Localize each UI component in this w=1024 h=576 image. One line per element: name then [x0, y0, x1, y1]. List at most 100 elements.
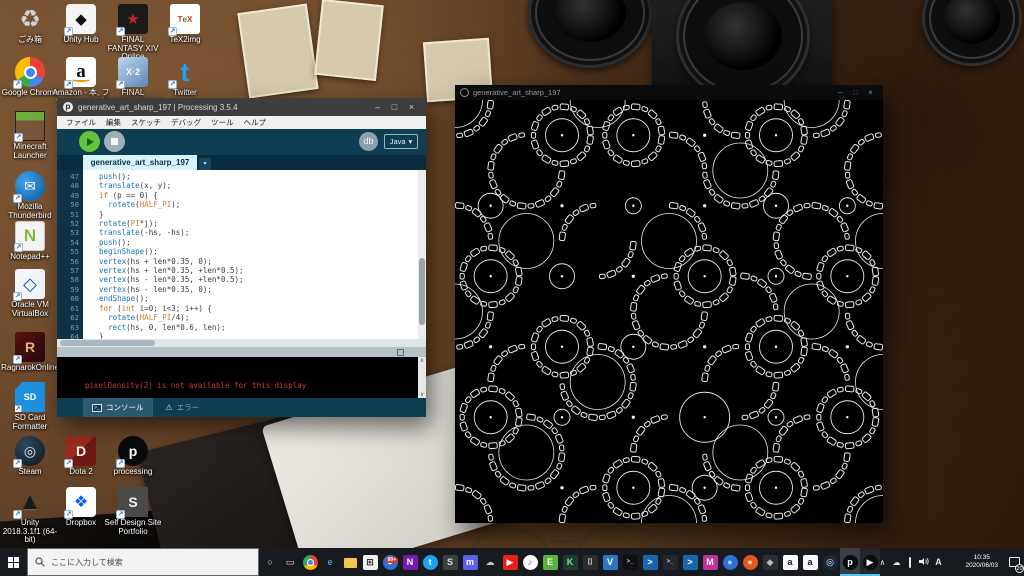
- close-button[interactable]: ×: [863, 88, 878, 97]
- taskbar-app-youtube[interactable]: ▶: [500, 548, 520, 576]
- hidden-icons-chevron[interactable]: ∧: [875, 558, 889, 567]
- taskbar-app-taskview[interactable]: ▭: [280, 548, 300, 576]
- desktop-icon-label: Unity Hub: [52, 36, 110, 45]
- taskbar-app-powershell[interactable]: >: [640, 548, 660, 576]
- taskbar-app-amazon[interactable]: a: [780, 548, 800, 576]
- desktop-icon-ffxiv[interactable]: ★↗FINAL FANTASY XIV Online: [104, 4, 162, 62]
- desktop-icon-sdcard[interactable]: SD↗SD Card Formatter: [1, 382, 59, 431]
- taskbar-app-boostnote[interactable]: []: [580, 548, 600, 576]
- taskbar-app-twitter[interactable]: t: [420, 548, 440, 576]
- footer-tab-label: エラー: [177, 402, 200, 413]
- sketch-title-bar[interactable]: generative_art_sharp_197 – □ ×: [455, 85, 883, 100]
- copy-icon[interactable]: [397, 349, 404, 356]
- taskbar-app-magenta-m[interactable]: M: [700, 548, 720, 576]
- menu-item[interactable]: 編集: [101, 117, 126, 128]
- desktop-icon-processing[interactable]: p↗processing: [104, 436, 162, 477]
- editor-vertical-scrollbar[interactable]: [418, 170, 426, 339]
- desktop-icon-minecraft[interactable]: ↗Minecraft Launcher: [1, 111, 59, 160]
- taskbar-app-explorer[interactable]: [340, 548, 360, 576]
- menu-item[interactable]: ツール: [206, 117, 239, 128]
- taskbar-app-store[interactable]: ⊞: [360, 548, 380, 576]
- taskbar-app-cmd[interactable]: >_: [660, 548, 680, 576]
- desktop-icon-ragnarok[interactable]: R↗RagnarokOnline: [1, 332, 59, 373]
- desktop-icon-twitter[interactable]: t↗Twitter: [156, 57, 214, 98]
- taskbar-app-chrome[interactable]: [300, 548, 320, 576]
- taskbar-app-blue-orb[interactable]: ●: [720, 548, 740, 576]
- start-button[interactable]: [0, 548, 26, 576]
- taskbar-app-amazon2[interactable]: a: [800, 548, 820, 576]
- console-tab[interactable]: >_コンソール: [83, 398, 153, 417]
- taskbar-clock[interactable]: 10:35 2020/06/03: [959, 554, 1004, 570]
- desktop-icon-dropbox[interactable]: ❖↗Dropbox: [52, 487, 110, 528]
- code-editor[interactable]: 47484950515253545556575859606162636465 p…: [57, 170, 426, 339]
- device-icon[interactable]: [903, 558, 917, 567]
- maximize-button[interactable]: □: [386, 102, 403, 112]
- line-number-gutter: 47484950515253545556575859606162636465: [57, 170, 83, 339]
- stop-button[interactable]: [104, 131, 125, 152]
- taskbar-app-steam[interactable]: ◎: [820, 548, 840, 576]
- tab-menu-button[interactable]: ▾: [199, 158, 211, 170]
- ide-title-bar[interactable]: p generative_art_sharp_197 | Processing …: [57, 98, 426, 116]
- tab-sketch[interactable]: generative_art_sharp_197: [83, 155, 197, 170]
- play-icon: [87, 138, 94, 146]
- action-center-button[interactable]: 20: [1004, 548, 1024, 576]
- desktop-icon-steam[interactable]: ◎↗Steam: [1, 436, 59, 477]
- shortcut-arrow-icon: ↗: [13, 194, 22, 203]
- desktop-icon-unity[interactable]: ▲↗Unity 2018.3.1f1 (64-bit): [1, 487, 59, 545]
- run-button[interactable]: [79, 131, 100, 152]
- line-number: 48: [57, 181, 79, 190]
- taskbar-app-cube[interactable]: ◆: [760, 548, 780, 576]
- taskbar-app-keepass[interactable]: K: [560, 548, 580, 576]
- onedrive-icon[interactable]: ☁: [889, 558, 903, 567]
- menu-item[interactable]: ヘルプ: [239, 117, 272, 128]
- taskbar-app-cortana[interactable]: ○: [260, 548, 280, 576]
- taskbar-app-slack[interactable]: S: [440, 548, 460, 576]
- taskbar-app-itunes[interactable]: ♪: [520, 548, 540, 576]
- cmd-icon: >_: [663, 555, 678, 570]
- desktop-icon-thunderbird[interactable]: ✉↗Mozilla Thunderbird: [1, 171, 59, 220]
- code-text[interactable]: push(); translate(x, y); if (p == 0) { r…: [83, 170, 426, 339]
- code-line: push();: [90, 238, 426, 247]
- taskbar-app-powershell2[interactable]: >: [680, 548, 700, 576]
- processing-logo-icon: p: [63, 102, 73, 112]
- menu-item[interactable]: ファイル: [61, 117, 101, 128]
- menu-item[interactable]: スケッチ: [126, 117, 166, 128]
- desktop-icon-tex[interactable]: TeX↗TeX2img: [156, 4, 214, 45]
- desktop-icon-unityhub[interactable]: ◆↗Unity Hub: [52, 4, 110, 45]
- desktop-icon-bin[interactable]: ♻ごみ箱: [1, 4, 59, 45]
- desktop-icon-dota[interactable]: D↗Dota 2: [52, 436, 110, 477]
- taskbar-app-weather[interactable]: ☁: [480, 548, 500, 576]
- taskbar-app-onenote[interactable]: N: [400, 548, 420, 576]
- minimize-button[interactable]: –: [369, 102, 386, 112]
- taskbar-app-editor[interactable]: E: [540, 548, 560, 576]
- desktop-icon-label: RagnarokOnline: [1, 364, 59, 373]
- menu-item[interactable]: デバッグ: [166, 117, 206, 128]
- taskbar-app-orange-orb[interactable]: ●: [740, 548, 760, 576]
- minimize-button[interactable]: –: [833, 88, 848, 97]
- mode-selector[interactable]: Java▾: [384, 134, 418, 149]
- terminal-icon: >_: [92, 404, 102, 412]
- desktop-icon-vbox[interactable]: ◇↗Oracle VM VirtualBox: [1, 269, 59, 318]
- taskbar-app-vscode[interactable]: V: [600, 548, 620, 576]
- desktop-icon-portfolio[interactable]: S↗Self Design Site Portfolio: [104, 487, 162, 536]
- taskbar-app-edge[interactable]: e: [320, 548, 340, 576]
- line-number: 63: [57, 323, 79, 332]
- taskbar-app-mastodon[interactable]: m: [460, 548, 480, 576]
- taskbar-app-chat[interactable]: ●99+: [380, 548, 400, 576]
- editor-horizontal-scrollbar[interactable]: [57, 339, 426, 347]
- taskbar-search-input[interactable]: ここに入力して検索: [27, 548, 259, 576]
- desktop-icon-label: Dropbox: [52, 519, 110, 528]
- taskbar-app-terminal[interactable]: >_: [620, 548, 640, 576]
- errors-tab[interactable]: ⚠エラー: [157, 398, 209, 417]
- photo-print: [314, 0, 384, 81]
- ime-indicator[interactable]: A: [931, 557, 945, 567]
- debug-button[interactable]: db: [359, 132, 378, 151]
- processing-logo-icon: [460, 88, 469, 97]
- taskbar-app-processing-ide[interactable]: p: [840, 548, 860, 576]
- console-scrollbar[interactable]: ∧∨: [418, 357, 426, 398]
- desktop-icon-npp[interactable]: N↗Notepad++: [1, 221, 59, 262]
- desktop-icon-chrome[interactable]: ↗Google Chrome: [1, 57, 59, 98]
- speaker-icon[interactable]: [917, 557, 931, 568]
- close-button[interactable]: ×: [403, 102, 420, 112]
- unity-icon: ▲↗: [15, 487, 45, 517]
